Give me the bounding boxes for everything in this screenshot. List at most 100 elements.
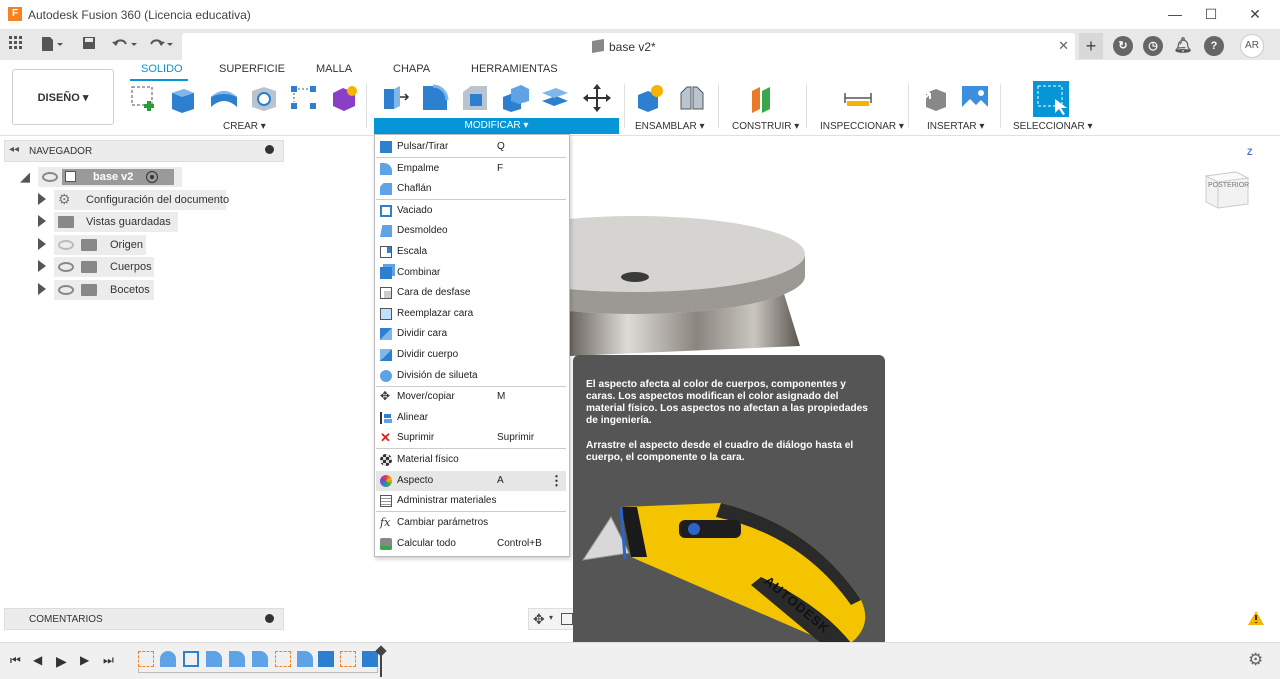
menu-item-manage-materials[interactable]: Administrar materiales	[376, 491, 566, 511]
timeline-sketch-feature[interactable]	[138, 651, 154, 667]
menu-item-move-copy[interactable]: ✥ Mover/copiar M	[376, 387, 566, 407]
tab-malla[interactable]: MALLA	[316, 63, 352, 75]
expand-triangle-icon[interactable]: ◢	[20, 169, 30, 185]
navigator-collapse-icon[interactable]	[265, 145, 274, 154]
pattern-icon[interactable]	[289, 83, 319, 113]
menu-item-shell[interactable]: Vaciado	[376, 201, 566, 221]
joint-icon[interactable]	[677, 83, 707, 113]
visibility-eye-icon[interactable]	[58, 285, 74, 295]
new-component-icon[interactable]	[635, 83, 665, 113]
visibility-eye-icon[interactable]	[58, 262, 74, 272]
menu-item-draft[interactable]: Desmoldeo	[376, 221, 566, 241]
undo-icon[interactable]	[110, 36, 140, 54]
select-tool-icon[interactable]	[1033, 81, 1069, 117]
redo-icon[interactable]	[146, 36, 176, 54]
menu-item-appearance[interactable]: Aspecto A ⋮	[376, 471, 566, 491]
add-comment-icon[interactable]	[265, 614, 274, 623]
offset-plane-icon[interactable]	[748, 83, 778, 113]
tab-superficie[interactable]: SUPERFICIE	[219, 63, 285, 75]
insert-canvas-icon[interactable]	[960, 83, 990, 113]
seleccionar-group-label[interactable]: SELECCIONAR ▾	[1013, 121, 1092, 132]
menu-item-offset-face[interactable]: Cara de desfase	[376, 283, 566, 303]
go-to-end-icon[interactable]: ⏭	[103, 653, 117, 667]
tree-item-bodies[interactable]: Cuerpos	[38, 257, 278, 277]
combine-icon[interactable]	[500, 83, 530, 113]
help-icon[interactable]: ?	[1204, 36, 1224, 56]
ensamblar-group-label[interactable]: ENSAMBLAR ▾	[635, 121, 704, 132]
menu-item-chamfer[interactable]: Chaflán	[376, 179, 566, 199]
inspeccionar-group-label[interactable]: INSPECCIONAR ▾	[820, 121, 904, 132]
timeline-marker[interactable]	[375, 645, 387, 677]
timeline-settings-gear-icon[interactable]: ⚙	[1248, 650, 1263, 670]
go-to-start-icon[interactable]: ⏮	[10, 653, 24, 667]
step-back-icon[interactable]: ◀	[33, 653, 47, 667]
timeline-extrude-feature[interactable]	[362, 651, 378, 667]
expand-triangle-icon[interactable]	[38, 215, 46, 227]
warning-icon[interactable]	[1248, 611, 1264, 628]
timeline-fillet-feature[interactable]	[229, 651, 245, 667]
menu-item-scale[interactable]: Escala	[376, 242, 566, 262]
extrude-box-icon[interactable]	[169, 83, 199, 113]
expand-triangle-icon[interactable]	[38, 238, 46, 250]
menu-item-align[interactable]: Alinear	[376, 408, 566, 428]
press-pull-icon[interactable]	[380, 83, 410, 113]
save-icon[interactable]	[80, 36, 98, 54]
timeline-extrude-feature[interactable]	[318, 651, 334, 667]
menu-item-fillet[interactable]: Empalme F	[376, 159, 566, 179]
construir-group-label[interactable]: CONSTRUIR ▾	[732, 121, 799, 132]
menu-item-split-body[interactable]: Dividir cuerpo	[376, 345, 566, 365]
maximize-button[interactable]: ☐	[1196, 4, 1226, 24]
menu-item-split-face[interactable]: Dividir cara	[376, 324, 566, 344]
insert-derive-icon[interactable]	[920, 83, 950, 113]
menu-item-physical-material[interactable]: Material físico	[376, 450, 566, 470]
move-copy-icon[interactable]	[582, 83, 612, 113]
step-forward-icon[interactable]: ▶	[80, 653, 94, 667]
offset-face-icon[interactable]	[540, 83, 570, 113]
extensions-icon[interactable]: ↻	[1113, 36, 1133, 56]
chevron-down-icon[interactable]: ▾	[549, 613, 553, 622]
hidden-eye-icon[interactable]	[58, 240, 74, 250]
job-status-clock-icon[interactable]: ◷	[1143, 36, 1163, 56]
modificar-group-label[interactable]: MODIFICAR ▾	[374, 118, 619, 134]
timeline-revolve-feature[interactable]	[160, 651, 176, 667]
timeline-sketch-feature[interactable]	[340, 651, 356, 667]
chamfer-icon[interactable]	[460, 83, 490, 113]
revolve-icon[interactable]	[209, 83, 239, 113]
workspace-switcher[interactable]: DISEÑO ▾	[12, 69, 114, 125]
document-tab[interactable]: base v2* ✕	[182, 33, 1075, 60]
timeline-shell-feature[interactable]	[183, 651, 199, 667]
tab-chapa[interactable]: CHAPA	[393, 63, 430, 75]
insertar-group-label[interactable]: INSERTAR ▾	[927, 121, 984, 132]
collapse-arrows-icon[interactable]: ◂◂	[9, 144, 19, 155]
more-options-icon[interactable]: ⋮	[550, 471, 563, 491]
close-tab-button[interactable]: ✕	[1058, 38, 1069, 54]
viewcube[interactable]: POSTERIOR	[1204, 166, 1250, 209]
notifications-bell-icon[interactable]: 🔔︎	[1173, 36, 1193, 56]
tree-item-doc-settings[interactable]: ⚙ Configuración del documento	[38, 190, 278, 210]
comments-panel-header[interactable]: COMENTARIOS	[4, 608, 284, 630]
visibility-eye-icon[interactable]	[42, 172, 58, 182]
activate-radio-icon[interactable]	[146, 171, 158, 183]
orbit-icon[interactable]: ✥	[533, 611, 545, 628]
look-at-icon[interactable]	[561, 613, 573, 625]
create-form-icon[interactable]	[329, 83, 359, 113]
menu-item-compute-all[interactable]: Calcular todo Control+B	[376, 534, 566, 554]
navigator-panel-header[interactable]: ◂◂ NAVEGADOR	[4, 140, 284, 162]
expand-triangle-icon[interactable]	[38, 193, 46, 205]
timeline-fillet-feature[interactable]	[297, 651, 313, 667]
tree-item-origin[interactable]: Origen	[38, 235, 278, 255]
expand-triangle-icon[interactable]	[38, 283, 46, 295]
minimize-button[interactable]: —	[1160, 4, 1190, 24]
tree-item-saved-views[interactable]: Vistas guardadas	[38, 212, 278, 232]
timeline-sketch-feature[interactable]	[275, 651, 291, 667]
menu-item-replace-face[interactable]: Reemplazar cara	[376, 304, 566, 324]
new-tab-plus-icon[interactable]: +	[1079, 33, 1103, 59]
menu-item-change-parameters[interactable]: fx Cambiar parámetros	[376, 513, 566, 533]
menu-item-combine[interactable]: Combinar	[376, 263, 566, 283]
menu-item-silhouette-split[interactable]: División de silueta	[376, 366, 566, 386]
data-panel-grid-icon[interactable]	[8, 36, 24, 54]
file-menu-icon[interactable]	[38, 36, 66, 54]
hole-icon[interactable]	[249, 83, 279, 113]
create-sketch-icon[interactable]	[129, 83, 159, 113]
menu-item-delete[interactable]: ✕ Suprimir Suprimir	[376, 428, 566, 448]
